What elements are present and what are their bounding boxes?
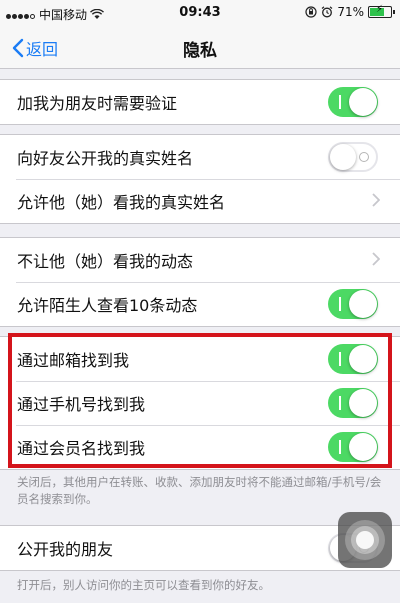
chevron-right-icon: [372, 193, 380, 207]
navigation-bar: 返回 隐私: [0, 26, 400, 69]
assistive-touch-button[interactable]: [338, 512, 392, 568]
setting-label: 允许他（她）看我的真实姓名: [17, 193, 226, 212]
setting-label: 加我为朋友时需要验证: [17, 94, 178, 113]
find-me-footer-note: 关闭后，其他用户在转账、收款、添加朋友时将不能通过邮箱/手机号/会员名搜索到你。: [17, 475, 382, 506]
setting-row-public-real-name: 向好友公开我的真实姓名: [0, 135, 400, 179]
status-right: 71% ⚡: [305, 4, 395, 19]
public-real-name-toggle[interactable]: [328, 142, 378, 172]
verify-friend-toggle[interactable]: [328, 87, 378, 117]
settings-group-moments: 不让他（她）看我的动态 允许陌生人查看10条动态: [0, 237, 400, 327]
page-title: 隐私: [183, 41, 217, 61]
setting-label: 公开我的朋友: [17, 540, 114, 559]
status-bar: 中国移动 09:43 71% ⚡: [0, 0, 400, 26]
battery-icon: ⚡: [368, 4, 395, 18]
alarm-icon: [321, 6, 333, 18]
setting-row-hide-moments[interactable]: 不让他（她）看我的动态: [0, 238, 400, 282]
setting-row-allow-see-real-name[interactable]: 允许他（她）看我的真实姓名: [0, 179, 400, 223]
stranger-view-moments-toggle[interactable]: [328, 289, 378, 319]
lock-rotation-icon: [305, 6, 317, 18]
settings-group-friend-verification: 加我为朋友时需要验证: [0, 79, 400, 125]
battery-percent: 71%: [337, 5, 364, 19]
setting-label: 向好友公开我的真实姓名: [17, 149, 194, 168]
setting-row-verify-friend: 加我为朋友时需要验证: [0, 80, 400, 124]
red-highlight-box: [8, 333, 392, 468]
setting-row-stranger-view-moments: 允许陌生人查看10条动态: [0, 282, 400, 326]
settings-group-real-name: 向好友公开我的真实姓名 允许他（她）看我的真实姓名: [0, 134, 400, 224]
public-friends-footer-note: 打开后，别人访问你的主页可以查看到你的好友。: [17, 578, 270, 592]
setting-label: 允许陌生人查看10条动态: [17, 296, 198, 315]
chevron-right-icon: [372, 252, 380, 266]
setting-label: 不让他（她）看我的动态: [17, 252, 194, 271]
